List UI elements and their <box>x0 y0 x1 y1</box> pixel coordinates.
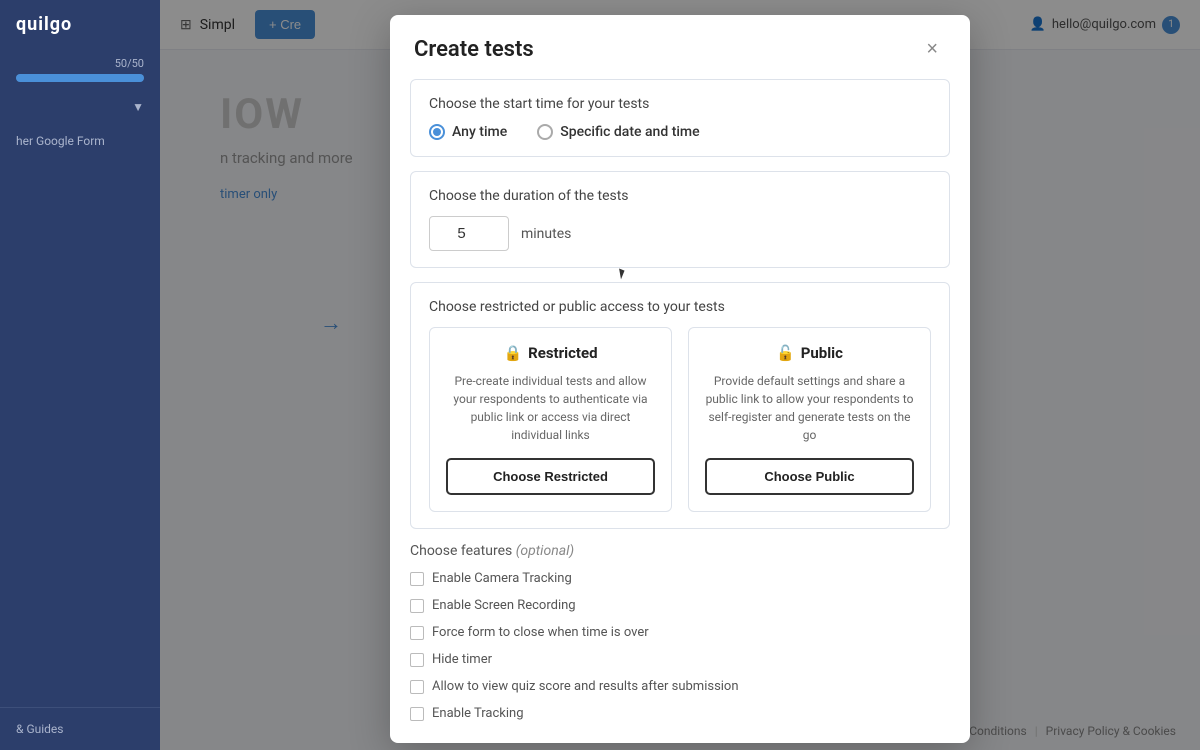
duration-label: Choose the duration of the tests <box>429 188 931 204</box>
sidebar-dropdown[interactable]: ▼ <box>0 90 160 124</box>
radio-specific-circle[interactable] <box>537 124 553 140</box>
create-tests-modal: Create tests × Choose the start time for… <box>390 15 970 743</box>
feature-forceclose-label: Force form to close when time is over <box>432 625 649 640</box>
lock-icon: 🔒 <box>503 344 522 362</box>
features-label: Choose features (optional) <box>410 543 950 559</box>
radio-anytime[interactable]: Any time <box>429 124 507 140</box>
modal-title: Create tests <box>414 37 534 62</box>
public-card: 🔓 Public Provide default settings and sh… <box>688 327 931 512</box>
feature-forceclose: Force form to close when time is over <box>410 623 950 642</box>
start-time-options: Any time Specific date and time <box>429 124 931 140</box>
feature-screen-checkbox[interactable] <box>410 599 424 613</box>
progress-label: 50/50 <box>16 57 144 70</box>
feature-tracking: Enable Tracking <box>410 704 950 723</box>
start-time-section: Choose the start time for your tests Any… <box>410 79 950 157</box>
public-card-desc: Provide default settings and share a pub… <box>705 372 914 444</box>
progress-bar-fill <box>16 74 144 82</box>
public-card-title: 🔓 Public <box>776 344 843 362</box>
feature-hidetimer-checkbox[interactable] <box>410 653 424 667</box>
unlock-icon: 🔓 <box>776 344 795 362</box>
restricted-card: 🔒 Restricted Pre-create individual tests… <box>429 327 672 512</box>
feature-screen: Enable Screen Recording <box>410 596 950 615</box>
access-cards: 🔒 Restricted Pre-create individual tests… <box>429 327 931 512</box>
modal-close-button[interactable]: × <box>918 35 946 63</box>
feature-camera: Enable Camera Tracking <box>410 569 950 588</box>
choose-public-button[interactable]: Choose Public <box>705 458 914 495</box>
sidebar-logo: quilgo <box>0 0 160 49</box>
sidebar-item-google-form[interactable]: her Google Form <box>0 124 160 158</box>
feature-viewscore-checkbox[interactable] <box>410 680 424 694</box>
feature-camera-checkbox[interactable] <box>410 572 424 586</box>
sidebar-progress: 50/50 <box>0 49 160 90</box>
radio-specific-label: Specific date and time <box>560 124 699 140</box>
duration-row: minutes <box>429 216 931 251</box>
feature-screen-label: Enable Screen Recording <box>432 598 576 613</box>
feature-tracking-label: Enable Tracking <box>432 706 524 721</box>
feature-tracking-checkbox[interactable] <box>410 707 424 721</box>
feature-viewscore-label: Allow to view quiz score and results aft… <box>432 679 739 694</box>
duration-section: Choose the duration of the tests minutes <box>410 171 950 268</box>
features-section: Choose features (optional) Enable Camera… <box>410 543 950 723</box>
progress-bar-bg <box>16 74 144 82</box>
restricted-card-desc: Pre-create individual tests and allow yo… <box>446 372 655 444</box>
feature-hidetimer-label: Hide timer <box>432 652 492 667</box>
restricted-card-title: 🔒 Restricted <box>503 344 597 362</box>
radio-anytime-circle[interactable] <box>429 124 445 140</box>
choose-restricted-button[interactable]: Choose Restricted <box>446 458 655 495</box>
feature-camera-label: Enable Camera Tracking <box>432 571 572 586</box>
access-label: Choose restricted or public access to yo… <box>429 299 931 315</box>
chevron-down-icon: ▼ <box>132 100 144 114</box>
duration-input[interactable] <box>429 216 509 251</box>
sidebar: quilgo 50/50 ▼ her Google Form & Guides <box>0 0 160 750</box>
sidebar-item-guides[interactable]: & Guides <box>0 707 160 750</box>
feature-forceclose-checkbox[interactable] <box>410 626 424 640</box>
feature-viewscore: Allow to view quiz score and results aft… <box>410 677 950 696</box>
radio-anytime-label: Any time <box>452 124 507 140</box>
feature-hidetimer: Hide timer <box>410 650 950 669</box>
start-time-label: Choose the start time for your tests <box>429 96 931 112</box>
duration-unit: minutes <box>521 226 571 242</box>
access-section: Choose restricted or public access to yo… <box>410 282 950 529</box>
modal-header: Create tests × <box>390 15 970 79</box>
main-content: ⊞ Simpl + Cre 👤 hello@quilgo.com 1 IOW n… <box>160 0 1200 750</box>
radio-specific[interactable]: Specific date and time <box>537 124 699 140</box>
